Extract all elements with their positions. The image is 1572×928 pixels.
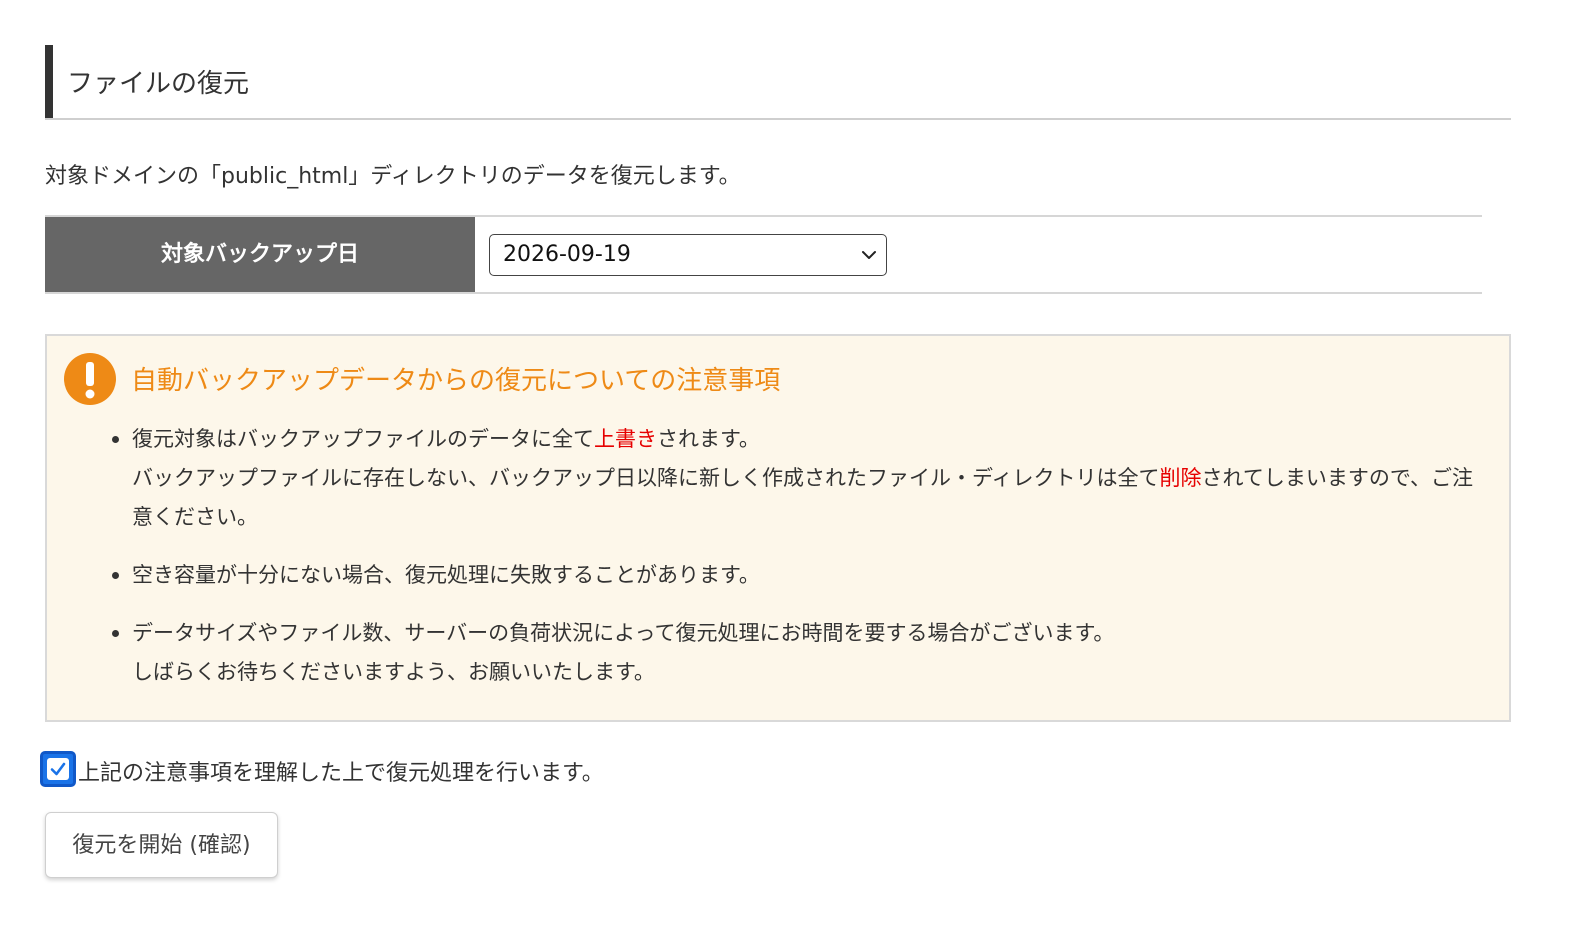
title-accent-bar bbox=[45, 45, 53, 118]
restore-page: ファイルの復元 対象ドメインの「public_html」ディレクトリのデータを復… bbox=[0, 0, 1572, 928]
backup-date-row: 対象バックアップ日 2026-09-19 bbox=[45, 215, 1482, 294]
highlight-delete: 削除 bbox=[1159, 466, 1202, 490]
backup-date-cell: 2026-09-19 bbox=[475, 217, 1482, 292]
caution-text: バックアップファイルに存在しない、バックアップ日以降に新しく作成されたファイル・… bbox=[132, 466, 1160, 490]
caution-heading: 自動バックアップデータからの復元についての注意事項 bbox=[131, 366, 781, 396]
caution-text: データサイズやファイル数、サーバーの負荷状況によって復元処理にお時間を要する場合… bbox=[132, 621, 1115, 645]
agree-label[interactable]: 上記の注意事項を理解した上で復元処理を行います。 bbox=[78, 755, 604, 787]
backup-date-label: 対象バックアップ日 bbox=[45, 217, 475, 292]
backup-date-select[interactable]: 2026-09-19 bbox=[489, 234, 887, 276]
checkmark-icon bbox=[50, 762, 66, 776]
chevron-down-icon bbox=[862, 251, 876, 259]
caution-item-line: バックアップファイルに存在しない、バックアップ日以降に新しく作成されたファイル・… bbox=[132, 459, 1492, 537]
start-restore-button[interactable]: 復元を開始 (確認) bbox=[45, 812, 278, 878]
highlight-overwrite: 上書き bbox=[594, 427, 657, 451]
caution-item-capacity: 空き容量が十分にない場合、復元処理に失敗することがあります。 bbox=[102, 556, 1492, 595]
caution-text: しばらくお待ちくださいますよう、お願いいたします。 bbox=[132, 660, 655, 684]
caution-item-line: 復元対象はバックアップファイルのデータに全て上書きされます。 bbox=[132, 420, 1492, 459]
backup-date-value: 2026-09-19 bbox=[503, 242, 631, 267]
page-description: 対象ドメインの「public_html」ディレクトリのデータを復元します。 bbox=[45, 164, 741, 189]
caution-text: 空き容量が十分にない場合、復元処理に失敗することがあります。 bbox=[132, 563, 760, 587]
caution-text: 復元対象はバックアップファイルのデータに全て bbox=[132, 427, 594, 451]
caution-text: されます。 bbox=[657, 427, 760, 451]
caution-item-duration: データサイズやファイル数、サーバーの負荷状況によって復元処理にお時間を要する場合… bbox=[102, 614, 1492, 692]
section-header: ファイルの復元 bbox=[45, 45, 1511, 120]
checkbox-inner bbox=[47, 758, 69, 780]
caution-box: 自動バックアップデータからの復元についての注意事項 復元対象はバックアップファイ… bbox=[45, 334, 1511, 722]
page-title: ファイルの復元 bbox=[67, 69, 250, 99]
caution-item-overwrite: 復元対象はバックアップファイルのデータに全て上書きされます。 バックアップファイ… bbox=[102, 420, 1492, 537]
exclamation-circle-icon bbox=[64, 353, 116, 405]
agree-checkbox[interactable] bbox=[40, 751, 76, 787]
caution-list: 復元対象はバックアップファイルのデータに全て上書きされます。 バックアップファイ… bbox=[102, 420, 1492, 711]
